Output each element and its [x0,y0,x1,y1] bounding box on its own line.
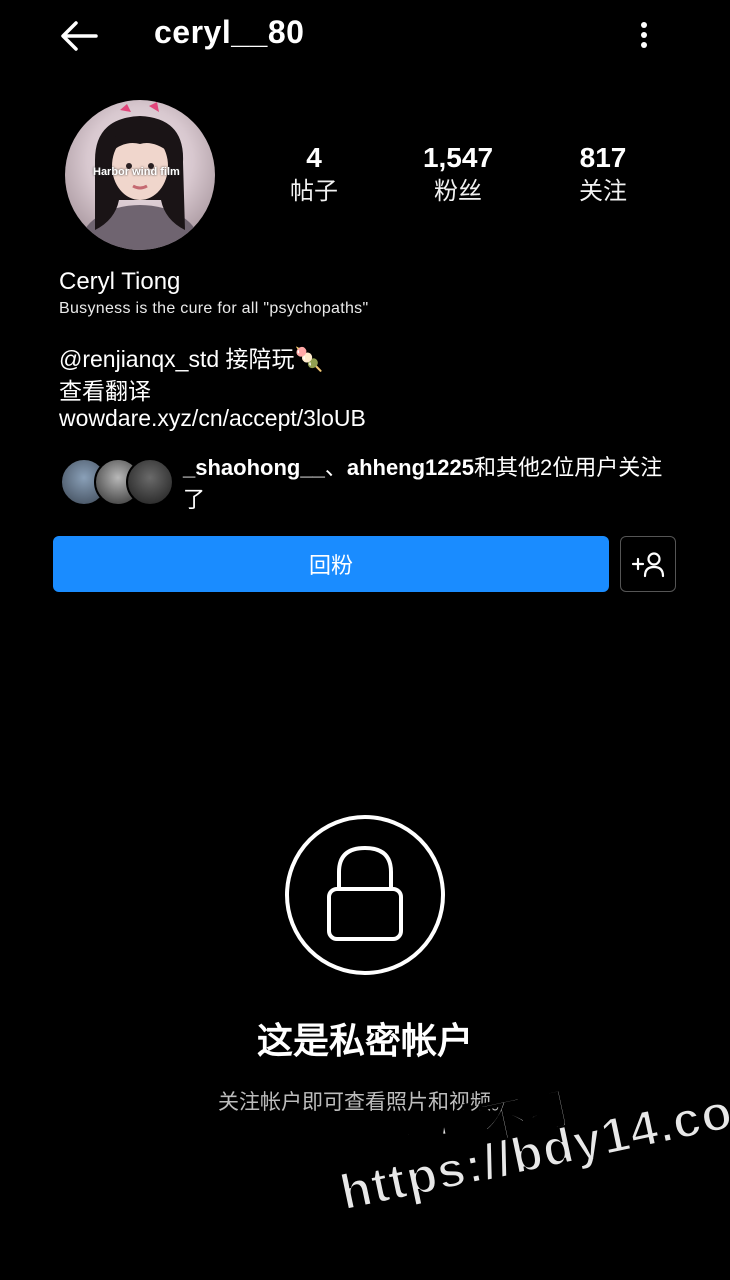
mutual-followers-text[interactable]: _shaohong__、ahheng1225和其他2位用户关注了 [183,452,673,516]
stat-posts-label: 帖子 [290,178,338,205]
profile-bio: @renjianqx_std 接陪玩🍡 [59,346,324,372]
stat-followers-label: 粉丝 [434,178,482,205]
avatar-overlay-text: Harbor wind film [93,166,180,178]
mutual-followers-avatars[interactable] [60,458,174,506]
private-account-title: 这是私密帐户 [256,1020,473,1061]
profile-website-link[interactable]: wowdare.xyz/cn/accept/3loUB [59,405,366,432]
profile-full-name: Ceryl Tiong [59,268,181,295]
stat-posts[interactable]: 4 帖子 [259,140,369,208]
mutual-separator: 、 [324,455,347,480]
mutual-avatar [126,458,174,506]
profile-tagline: Busyness is the cure for all "psychopath… [59,300,369,317]
profile-avatar[interactable]: Harbor wind film [65,100,215,250]
stat-following[interactable]: 817 关注 [548,140,658,208]
mutual-user-1[interactable]: _shaohong__ [183,455,325,480]
more-vertical-icon[interactable] [628,16,660,56]
page-title: ceryl__80 [154,14,305,50]
back-arrow-icon[interactable] [56,14,104,58]
stat-following-value: 817 [579,142,627,173]
stat-followers[interactable]: 1,547 粉丝 [403,140,513,208]
stat-posts-value: 4 [306,142,322,173]
add-user-icon [631,552,665,578]
stat-followers-value: 1,547 [422,142,494,173]
add-user-button[interactable] [620,536,676,592]
follow-back-button[interactable]: 回粉 [53,536,609,592]
top-bar: ceryl__80 [0,0,730,72]
stat-following-label: 关注 [579,178,627,205]
lock-icon [284,814,446,976]
translate-link[interactable]: 查看翻译 [59,372,151,406]
mutual-user-2[interactable]: ahheng1225 [347,455,474,480]
